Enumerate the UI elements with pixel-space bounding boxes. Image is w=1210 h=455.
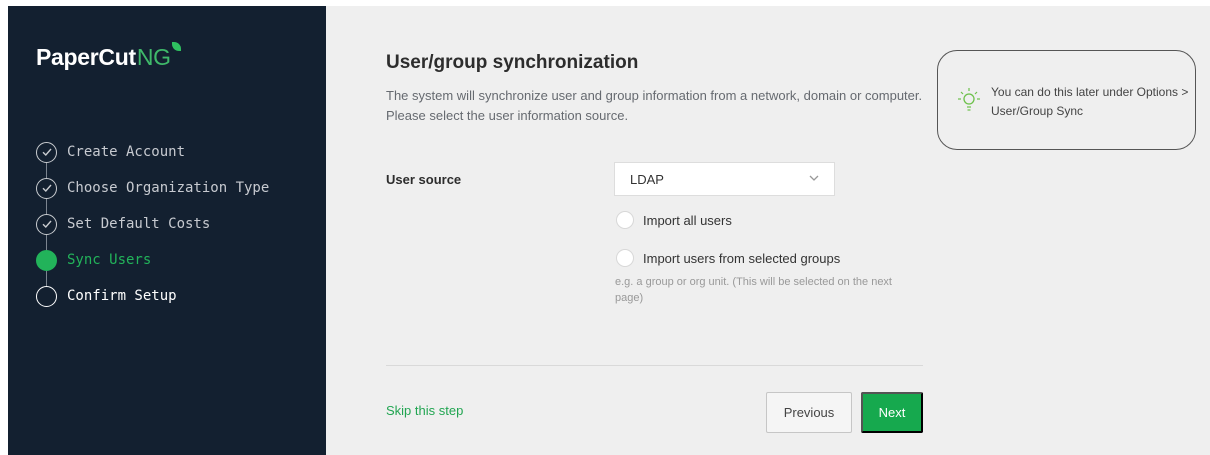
active-step-dot-icon: [36, 249, 57, 271]
chevron-down-icon: [809, 175, 819, 181]
radio-button[interactable]: [616, 249, 634, 267]
user-source-value: LDAP: [630, 171, 664, 187]
step-choose-organization-type: Choose Organization Type: [36, 170, 269, 206]
user-source-label: User source: [386, 172, 462, 187]
divider: [386, 365, 923, 366]
step-label: Choose Organization Type: [67, 180, 270, 196]
lightbulb-icon: [958, 88, 980, 111]
check-circle-icon: [36, 213, 57, 235]
check-circle-icon: [36, 177, 57, 199]
main-content: User/group synchronization The system wi…: [326, 6, 1210, 455]
step-label: Confirm Setup: [67, 288, 177, 304]
step-sync-users: Sync Users: [36, 242, 269, 278]
logo-accent-text: NG: [136, 44, 171, 70]
tip-text: You can do this later under Options > Us…: [991, 85, 1189, 118]
logo-text: PaperCut: [36, 44, 136, 70]
radio-button[interactable]: [616, 211, 634, 229]
page-title: User/group synchronization: [386, 52, 639, 73]
next-button[interactable]: Next: [861, 392, 923, 433]
step-label: Sync Users: [67, 252, 152, 268]
groups-hint: e.g. a group or org unit. (This will be …: [615, 276, 892, 304]
step-label: Set Default Costs: [67, 216, 211, 232]
radio-import-all-users[interactable]: Import all users: [616, 211, 732, 229]
skip-step-link[interactable]: Skip this step: [386, 403, 463, 418]
step-label: Create Account: [67, 144, 186, 160]
sidebar: PaperCut NG Create Account Choose Organi…: [8, 6, 326, 455]
step-confirm-setup: Confirm Setup: [36, 278, 269, 314]
leaf-icon: [171, 42, 181, 51]
page-description: The system will synchronize user and gro…: [386, 88, 923, 123]
radio-label: Import users from selected groups: [643, 250, 841, 266]
papercut-logo: PaperCut NG: [36, 42, 181, 71]
setup-wizard: PaperCut NG Create Account Choose Organi…: [8, 6, 1210, 455]
check-circle-icon: [36, 141, 57, 163]
user-source-select[interactable]: LDAP: [614, 162, 835, 196]
radio-import-selected-groups[interactable]: Import users from selected groups: [616, 249, 840, 267]
step-set-default-costs: Set Default Costs: [36, 206, 269, 242]
step-create-account: Create Account: [36, 134, 269, 170]
wizard-steps: Create Account Choose Organization Type …: [36, 134, 269, 314]
radio-label: Import all users: [643, 212, 732, 228]
tip-box: You can do this later under Options > Us…: [937, 50, 1196, 150]
previous-button[interactable]: Previous: [766, 392, 852, 433]
empty-circle-icon: [36, 285, 57, 307]
